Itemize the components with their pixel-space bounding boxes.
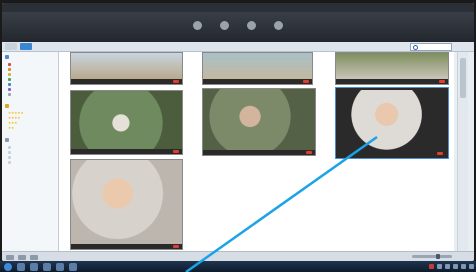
menu-bar [2, 3, 474, 12]
folder-icon[interactable] [30, 262, 38, 271]
folder-icon [5, 55, 9, 59]
image-icon [193, 21, 202, 30]
baby-photo [203, 89, 315, 150]
toolbar-button-camera[interactable] [220, 21, 229, 33]
thumbnail-bar [203, 79, 312, 84]
baby-closeup-photo [71, 160, 182, 244]
rotate-icon[interactable] [18, 254, 26, 260]
zoom-slider-knob[interactable] [436, 254, 440, 259]
delete-icon[interactable] [30, 254, 38, 260]
taskbar [0, 261, 476, 272]
photo-grid [59, 52, 454, 251]
sidebar-item[interactable] [2, 160, 58, 165]
video-icon [247, 21, 256, 30]
tag-icon [8, 93, 11, 96]
status-bar [2, 251, 474, 261]
toolbar [2, 12, 474, 42]
sidebar: ★★★★★ ★★★★ ★★★ ★★ [2, 52, 59, 251]
video-badge-icon [306, 151, 312, 154]
folder-icon [8, 161, 11, 164]
thumbnail-bar [338, 151, 446, 156]
group-photo [71, 91, 182, 149]
sidebar-section-ratings[interactable] [2, 101, 58, 111]
photo-thumbnail-selected[interactable] [336, 88, 448, 158]
photo-thumbnail[interactable] [202, 88, 316, 156]
star-icon [5, 104, 9, 108]
tray-icon[interactable] [453, 264, 458, 269]
photo-thumbnail[interactable] [70, 159, 183, 250]
video-badge-icon [439, 80, 445, 83]
video-badge-icon [173, 150, 179, 153]
photo-thumbnail[interactable] [70, 90, 183, 155]
library-icon [5, 138, 9, 142]
tray-icon[interactable] [437, 264, 442, 269]
tab-gallery[interactable] [20, 43, 32, 50]
wedding-photo [336, 53, 448, 79]
share-icon [274, 21, 283, 30]
system-tray [429, 263, 474, 270]
sidebar-item[interactable] [2, 92, 58, 97]
scrollbar-thumb[interactable] [460, 58, 466, 98]
photo-thumbnail[interactable] [202, 52, 313, 85]
app-window: ★★★★★ ★★★★ ★★★ ★★ [2, 3, 474, 261]
tab-library[interactable] [5, 43, 17, 50]
photo-thumbnail[interactable] [335, 52, 449, 85]
toolbar-button-video[interactable] [247, 21, 256, 33]
photo-thumbnail[interactable] [70, 52, 183, 85]
tag-icon [8, 68, 11, 71]
thumbnail-bar [203, 150, 315, 155]
tray-icon[interactable] [445, 264, 450, 269]
video-badge-icon [173, 80, 179, 83]
folder-icon [8, 156, 11, 159]
tray-icon[interactable] [469, 264, 474, 269]
baby-photo [338, 90, 446, 151]
app-icon[interactable] [69, 262, 77, 271]
search-input[interactable] [410, 43, 452, 51]
video-badge-icon [437, 152, 443, 155]
folder-icon [8, 151, 11, 154]
tray-icon[interactable] [461, 264, 466, 269]
tag-icon [8, 73, 11, 76]
toolbar-button-image[interactable] [193, 21, 202, 33]
navigation-bar [2, 42, 474, 52]
zoom-slider[interactable] [412, 254, 452, 259]
video-badge-icon [173, 245, 179, 248]
search-icon [413, 44, 418, 50]
tag-icon [8, 88, 11, 91]
thumbnail-bar [71, 149, 182, 154]
rating-2-stars[interactable]: ★★ [2, 126, 58, 131]
video-badge-icon [303, 80, 309, 83]
thumbnail-bar [71, 244, 182, 249]
sidebar-section-folders[interactable] [2, 52, 58, 62]
tag-icon [8, 63, 11, 66]
media-player-icon[interactable] [43, 262, 51, 271]
folder-icon [8, 146, 11, 149]
beach-photo [71, 53, 182, 79]
tray-icon[interactable] [429, 264, 434, 269]
browser-icon[interactable] [17, 262, 25, 271]
tag-icon [8, 78, 11, 81]
start-button-icon[interactable] [4, 262, 12, 271]
photo-app-icon[interactable] [56, 262, 64, 271]
tag-icon [8, 83, 11, 86]
thumbnail-bar [71, 79, 182, 84]
toolbar-button-share[interactable] [274, 21, 283, 33]
sidebar-section-library[interactable] [2, 135, 58, 145]
thumbnail-bar [336, 79, 448, 84]
play-icon[interactable] [6, 254, 14, 260]
camera-icon [220, 21, 229, 30]
beach-photo [203, 53, 312, 79]
vertical-scrollbar[interactable] [457, 52, 468, 251]
